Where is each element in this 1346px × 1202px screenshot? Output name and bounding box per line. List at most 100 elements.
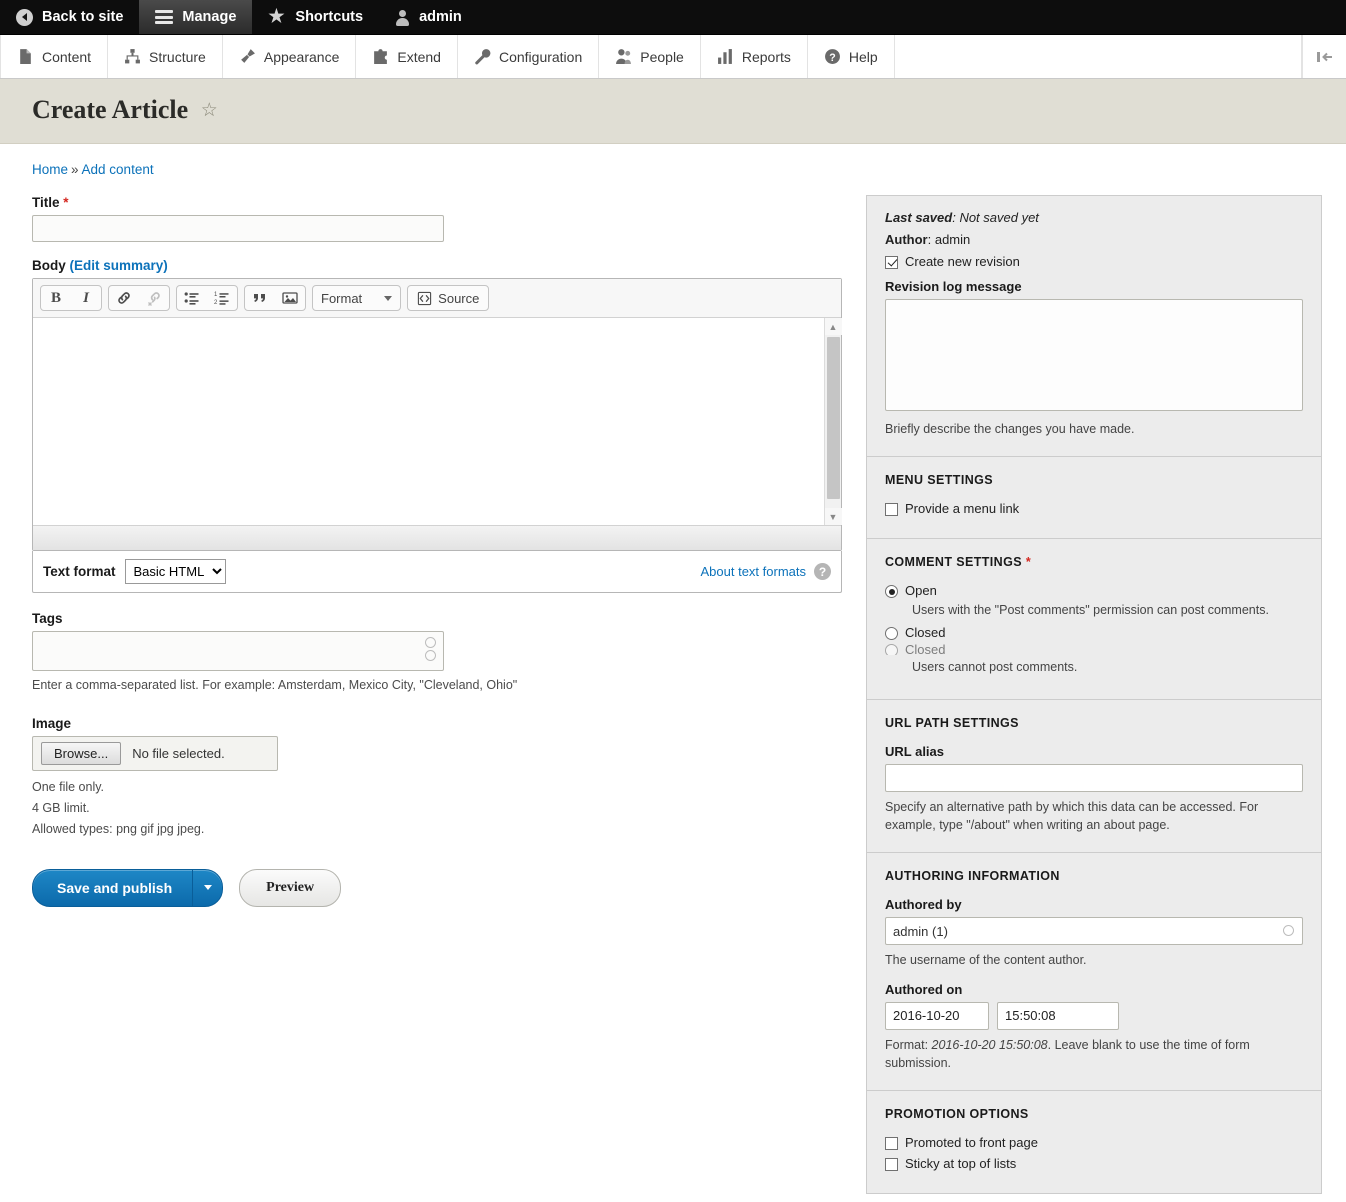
form-columns: Title * Body (Edit summary) B I 1 2 Form… bbox=[24, 195, 1322, 1194]
link-button[interactable] bbox=[109, 286, 139, 310]
manage-label: Manage bbox=[182, 9, 237, 25]
body-editable-area[interactable] bbox=[33, 318, 824, 525]
title-field-block: Title * bbox=[32, 195, 844, 242]
scroll-up-arrow-icon[interactable]: ▲ bbox=[824, 318, 842, 335]
hamburger-icon bbox=[155, 10, 174, 24]
format-example: 2016-10-20 15:50:08 bbox=[931, 1037, 1048, 1052]
menu-item-people[interactable]: People bbox=[599, 35, 701, 78]
menu-settings-panel: Menu settings Provide a menu link bbox=[866, 456, 1322, 539]
scroll-down-arrow-icon[interactable]: ▼ bbox=[824, 508, 842, 525]
authored-on-date-input[interactable] bbox=[885, 1001, 989, 1030]
blockquote-button[interactable] bbox=[245, 286, 275, 310]
user-account-tab[interactable]: admin bbox=[379, 0, 478, 34]
menu-item-configuration[interactable]: Configuration bbox=[458, 35, 600, 78]
sitemap-icon bbox=[125, 49, 140, 64]
menu-label-help: Help bbox=[848, 48, 878, 65]
puzzle-piece-icon bbox=[374, 49, 388, 64]
comment-closed-label[interactable]: Closed bbox=[905, 625, 945, 640]
menu-item-appearance[interactable]: Appearance bbox=[223, 35, 357, 78]
admin-toolbar: Back to site Manage ★ Shortcuts admin bbox=[0, 0, 1346, 35]
promoted-to-front-page-checkbox[interactable] bbox=[885, 1136, 898, 1150]
title-input[interactable] bbox=[32, 215, 444, 242]
blockquote-icon bbox=[254, 294, 265, 302]
provide-menu-link-row[interactable]: Provide a menu link bbox=[885, 501, 1303, 517]
sticky-at-top-row[interactable]: Sticky at top of lists bbox=[885, 1156, 1303, 1171]
authored-by-input[interactable] bbox=[885, 917, 1303, 946]
comment-open-radio[interactable] bbox=[885, 585, 898, 599]
authoring-information-title: Authoring information bbox=[885, 869, 1060, 884]
help-icon[interactable]: ? bbox=[814, 563, 831, 580]
italic-button[interactable]: I bbox=[71, 286, 101, 310]
provide-menu-link-label[interactable]: Provide a menu link bbox=[905, 501, 1019, 516]
file-upload-control[interactable]: Browse... No file selected. bbox=[32, 736, 278, 772]
comment-settings-required-marker: * bbox=[1025, 555, 1032, 570]
promoted-to-front-page-label[interactable]: Promoted to front page bbox=[905, 1135, 1038, 1150]
save-dropdown-toggle[interactable] bbox=[192, 869, 222, 906]
revision-information-panel: Last saved: Not saved yet Author: admin … bbox=[866, 195, 1322, 457]
save-and-publish-button[interactable]: Save and publish bbox=[32, 868, 224, 907]
revision-log-description: Briefly describe the changes you have ma… bbox=[885, 422, 1135, 436]
menu-label-content: Content bbox=[42, 48, 92, 65]
back-to-site-label: Back to site bbox=[42, 9, 124, 25]
wrench-icon bbox=[475, 49, 491, 65]
menu-item-help[interactable]: ? Help bbox=[808, 35, 895, 78]
body-scrollbar[interactable]: ▲ ▼ bbox=[824, 318, 842, 525]
provide-menu-link-checkbox[interactable] bbox=[885, 503, 898, 517]
comment-closed-row[interactable]: Closed bbox=[885, 625, 1303, 640]
source-button[interactable]: Source bbox=[407, 285, 490, 311]
star-icon: ★ bbox=[268, 5, 285, 26]
format-dropdown-label: Format bbox=[321, 290, 363, 306]
manage-tab[interactable]: Manage bbox=[139, 0, 253, 34]
menu-item-extend[interactable]: Extend bbox=[356, 35, 458, 78]
toolbar-orientation-toggle[interactable] bbox=[1302, 35, 1346, 78]
editor-group-basic-styles: B I bbox=[40, 285, 102, 311]
preview-button[interactable]: Preview bbox=[239, 868, 342, 907]
format-dropdown[interactable]: Format bbox=[312, 285, 402, 311]
tags-input[interactable] bbox=[32, 631, 444, 671]
menu-item-content[interactable]: Content bbox=[0, 35, 109, 78]
authored-by-wrap bbox=[885, 917, 1303, 946]
menu-item-reports[interactable]: Reports bbox=[701, 35, 808, 78]
sticky-at-top-checkbox[interactable] bbox=[885, 1157, 898, 1171]
format-prefix: Format: bbox=[885, 1037, 929, 1052]
create-new-revision-checkbox[interactable] bbox=[885, 256, 898, 269]
promotion-options-panel: Promotion options Promoted to front page… bbox=[866, 1089, 1322, 1194]
comment-closed-radio[interactable] bbox=[885, 626, 898, 640]
toolbar-orientation-icon bbox=[1316, 51, 1332, 62]
edit-summary-link[interactable]: (Edit summary) bbox=[70, 258, 168, 273]
comment-open-row[interactable]: Open bbox=[885, 583, 1303, 599]
breadcrumb-add-content-link[interactable]: Add content bbox=[82, 162, 154, 177]
link-icon bbox=[118, 292, 130, 304]
bold-button[interactable]: B bbox=[41, 286, 71, 310]
editor-resize-bar[interactable] bbox=[33, 526, 841, 550]
sticky-at-top-label[interactable]: Sticky at top of lists bbox=[905, 1156, 1016, 1171]
shortcuts-tab[interactable]: ★ Shortcuts bbox=[252, 0, 379, 34]
browse-button[interactable]: Browse... bbox=[41, 742, 122, 766]
url-path-settings-title: URL path settings bbox=[885, 716, 1019, 731]
star-outline-icon[interactable]: ☆ bbox=[201, 101, 218, 120]
create-new-revision-label[interactable]: Create new revision bbox=[905, 254, 1020, 269]
authoring-information-panel: Authoring information Authored by The us… bbox=[866, 852, 1322, 1090]
unlink-button[interactable] bbox=[139, 286, 169, 310]
scrollbar-thumb[interactable] bbox=[826, 337, 840, 499]
back-arrow-icon bbox=[16, 8, 33, 26]
revision-log-textarea[interactable] bbox=[885, 299, 1303, 411]
about-text-formats-link[interactable]: About text formats bbox=[701, 564, 807, 579]
breadcrumb-home-link[interactable]: Home bbox=[32, 162, 68, 177]
image-hint-size-limit: 4 GB limit. bbox=[32, 801, 90, 816]
image-hint-one-file: One file only. bbox=[32, 780, 105, 795]
promoted-to-front-page-row[interactable]: Promoted to front page bbox=[885, 1135, 1303, 1150]
bulleted-list-button[interactable] bbox=[177, 286, 207, 310]
author-value: admin bbox=[934, 232, 971, 247]
text-format-row: Text format Basic HTML About text format… bbox=[32, 551, 842, 593]
authored-on-time-input[interactable] bbox=[997, 1001, 1119, 1030]
menu-item-structure[interactable]: Structure bbox=[108, 35, 223, 78]
create-new-revision-row[interactable]: Create new revision bbox=[885, 254, 1303, 269]
back-to-site-button[interactable]: Back to site bbox=[0, 0, 139, 34]
numbered-list-button[interactable]: 12 bbox=[207, 286, 237, 310]
text-format-select[interactable]: Basic HTML bbox=[124, 559, 226, 584]
comment-open-label[interactable]: Open bbox=[905, 583, 937, 598]
svg-text:?: ? bbox=[829, 52, 835, 64]
url-alias-input[interactable] bbox=[885, 764, 1303, 793]
image-button[interactable] bbox=[275, 286, 305, 310]
